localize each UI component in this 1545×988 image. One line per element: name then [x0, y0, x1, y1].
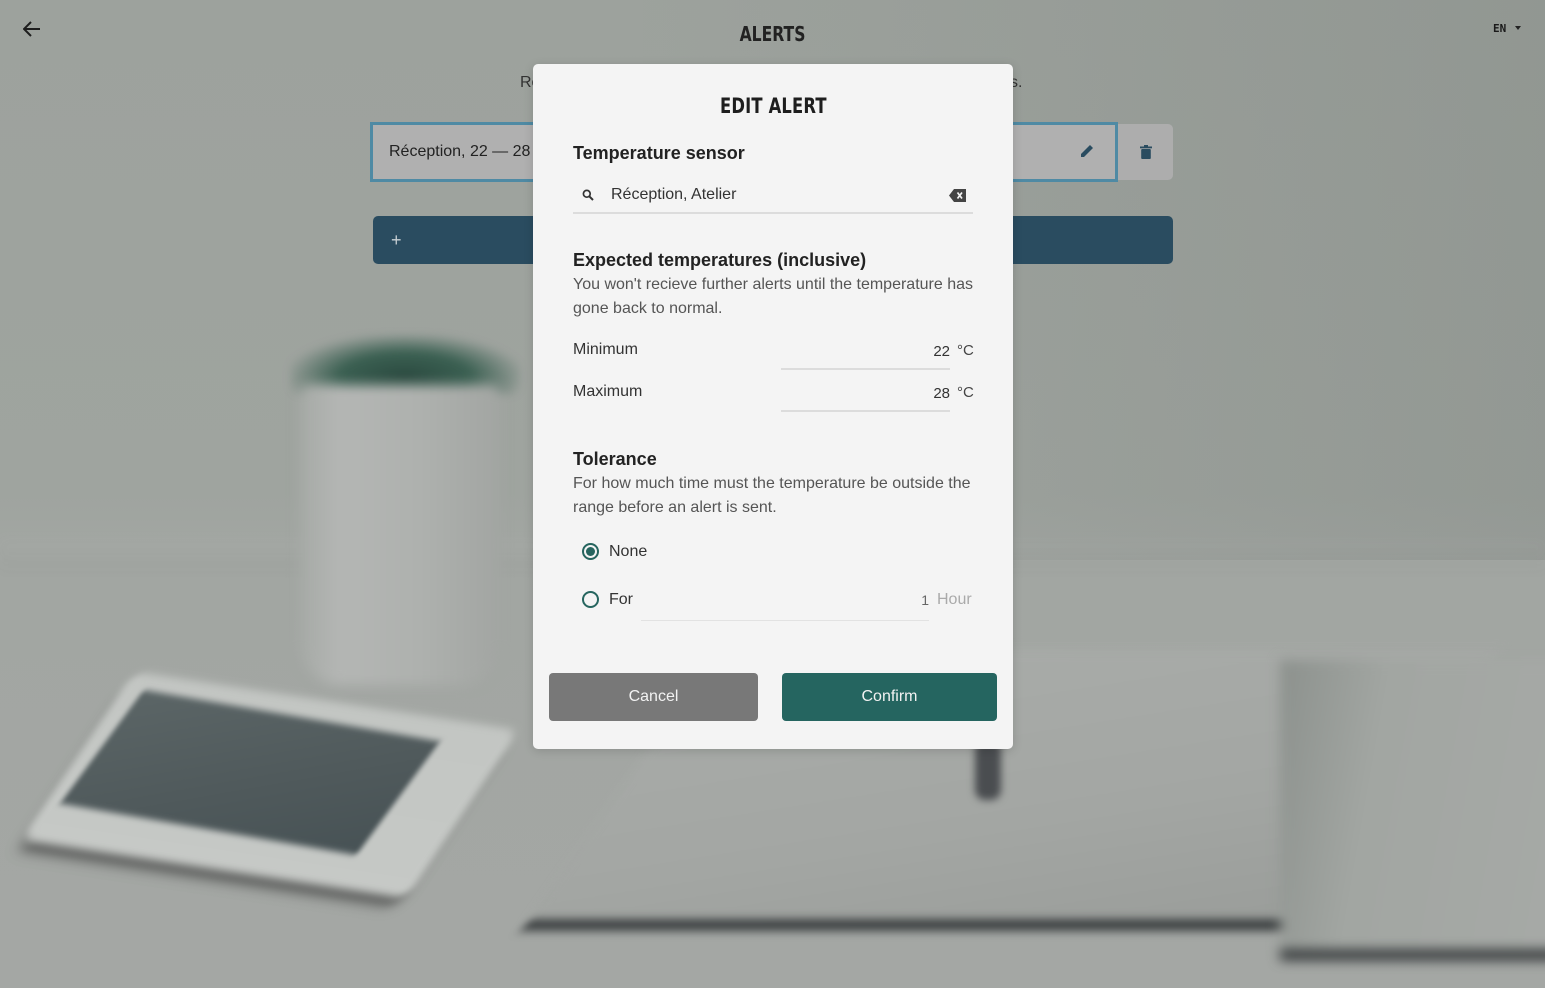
minimum-input[interactable] — [781, 336, 950, 366]
radio-for-label[interactable]: For — [609, 591, 633, 609]
tolerance-description: For how much time must the temperature b… — [573, 475, 971, 516]
expected-temperatures-description: You won't recieve further alerts until t… — [573, 276, 974, 317]
radio-none[interactable] — [582, 543, 599, 560]
sensor-search-field[interactable] — [573, 178, 973, 214]
radio-none-label[interactable]: None — [609, 543, 647, 561]
sensor-heading: Temperature sensor — [573, 143, 745, 163]
confirm-button[interactable]: Confirm — [782, 673, 997, 721]
maximum-label: Maximum — [573, 383, 643, 400]
tolerance-heading: Tolerance — [573, 449, 657, 469]
maximum-input[interactable] — [781, 378, 950, 408]
duration-unit: Hour — [937, 591, 972, 608]
minimum-label: Minimum — [573, 341, 638, 358]
minimum-unit: °C — [957, 342, 974, 359]
duration-input[interactable] — [641, 585, 929, 615]
minimum-field[interactable] — [781, 336, 950, 370]
maximum-field[interactable] — [781, 378, 950, 412]
cancel-button[interactable]: Cancel — [549, 673, 758, 721]
radio-for-unselected-icon[interactable] — [582, 591, 599, 608]
dialog-title: EDIT ALERT — [719, 94, 827, 118]
edit-alert-dialog: EDIT ALERT Temperature sensor Expected t… — [533, 64, 1013, 749]
sensor-input[interactable] — [611, 186, 931, 204]
backspace-clear-icon[interactable] — [949, 189, 966, 202]
radio-for[interactable] — [582, 591, 599, 608]
search-icon — [582, 189, 594, 201]
duration-field[interactable] — [641, 585, 929, 621]
expected-temperatures-heading: Expected temperatures (inclusive) — [573, 250, 867, 270]
maximum-unit: °C — [957, 384, 974, 401]
radio-none-selected-icon[interactable] — [582, 543, 599, 560]
